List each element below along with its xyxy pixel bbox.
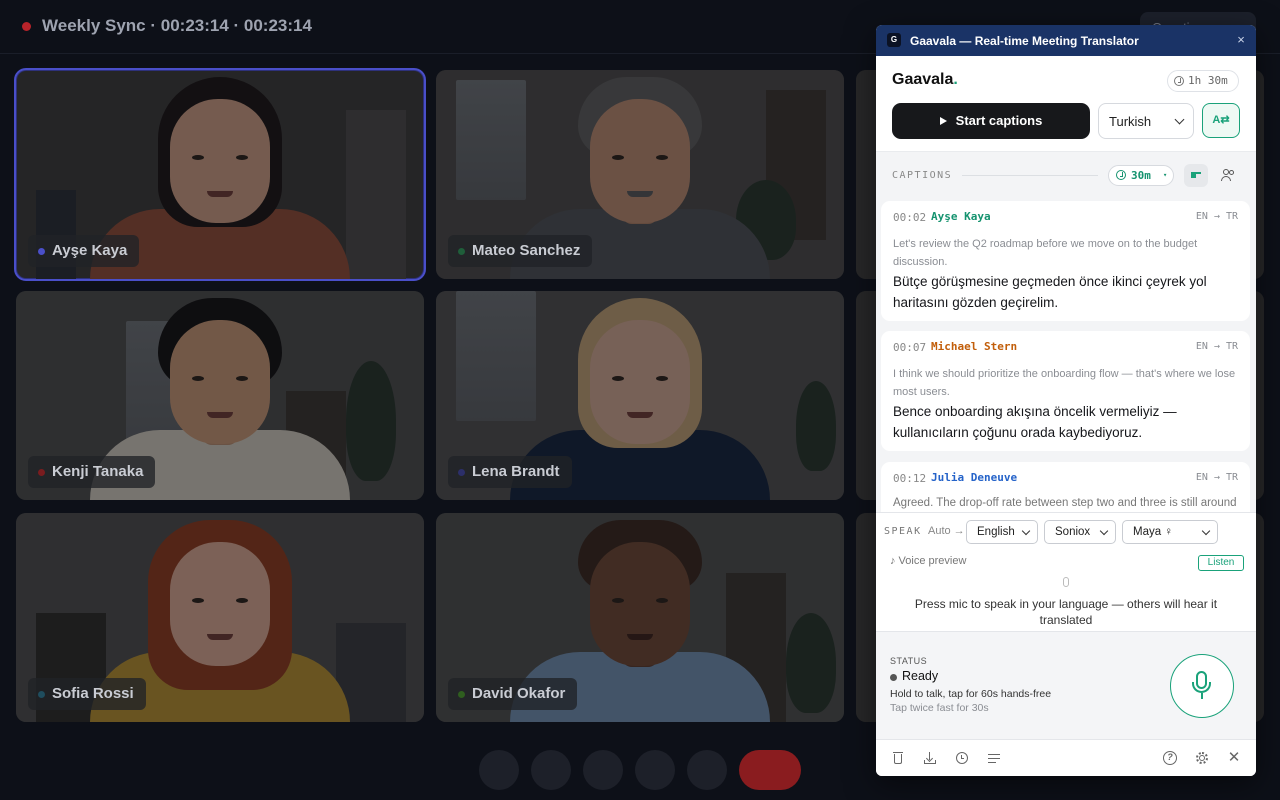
mic-toggle-button[interactable]: [479, 750, 519, 790]
screen-share-button[interactable]: [583, 750, 623, 790]
settings-icon[interactable]: [1195, 751, 1209, 765]
speakers-button[interactable]: [1218, 164, 1240, 186]
speak-section: SPEAK Auto → English Soniox Maya ♀ ♪ Voi…: [876, 512, 1256, 631]
speaking-indicator-icon: [458, 469, 465, 476]
trash-icon[interactable]: [891, 751, 905, 765]
chevron-down-icon: [1174, 114, 1185, 125]
chat-button[interactable]: [635, 750, 675, 790]
status-section: STATUS Ready Hold to talk, tap for 60s h…: [876, 631, 1256, 739]
caption-speaker: Michael Stern: [931, 340, 1018, 353]
video-tile[interactable]: Sofia Rossi: [16, 513, 424, 722]
target-language-select[interactable]: Turkish: [1098, 103, 1194, 139]
caption-timestamp: 00:07: [893, 341, 927, 354]
panel-footer: ? ✕: [876, 739, 1256, 776]
speaking-indicator-icon: [38, 691, 45, 698]
muted-indicator-icon: [38, 469, 45, 476]
participant-name: Ayşe Kaya: [52, 242, 128, 259]
video-tile[interactable]: Kenji Tanaka: [16, 291, 424, 500]
captions-heading: CAPTIONS: [892, 170, 953, 181]
meeting-title: Weekly Sync · 00:23:14 · 00:23:14: [42, 16, 312, 35]
voice-preview-label: ♪ Voice preview: [890, 555, 967, 567]
layout-icon: [1191, 172, 1201, 178]
caption-translation: Bence onboarding akışına öncelik vermeli…: [893, 404, 1177, 440]
video-tile[interactable]: Ayşe Kaya: [14, 68, 426, 281]
panel-title-bar: G Gaavala — Real-time Meeting Translator…: [876, 25, 1256, 56]
caption-timestamp: 00:02: [893, 211, 927, 224]
usage-quota-badge: 1h 30m: [1167, 70, 1239, 92]
participant-name-tag: Sofia Rossi: [28, 678, 146, 710]
participant-name: Kenji Tanaka: [52, 463, 144, 480]
status-heading: STATUS: [890, 656, 928, 666]
caption-language-pair: EN → TR: [1195, 341, 1238, 352]
participant-name: Sofia Rossi: [52, 685, 134, 702]
caption-source-text: Let's review the Q2 roadmap before we mo…: [893, 238, 1198, 268]
help-icon[interactable]: ?: [1163, 751, 1177, 765]
participant-name: Mateo Sanchez: [472, 242, 581, 259]
participant-name-tag: Ayşe Kaya: [28, 235, 140, 267]
app-logo-icon: G: [887, 33, 901, 47]
speak-heading: SPEAK: [884, 526, 922, 537]
auto-detect-label: Auto →: [928, 525, 965, 537]
participant-name: David Okafor: [472, 685, 566, 702]
status-hint: Hold to talk, tap for 60s hands-free: [890, 688, 1052, 700]
translator-panel: G Gaavala — Real-time Meeting Translator…: [876, 25, 1256, 776]
speaking-indicator-icon: [38, 248, 45, 255]
participant-name-tag: Kenji Tanaka: [28, 456, 156, 488]
end-call-button[interactable]: [739, 750, 801, 790]
participant-name-tag: Lena Brandt: [448, 456, 572, 488]
caption-translation: Bütçe görüşmesine geçmeden önce ikinci ç…: [893, 274, 1207, 310]
translate-mode-button[interactable]: A⇄: [1202, 103, 1240, 138]
caption-card[interactable]: 00:07 Michael Stern EN → TR I think we s…: [881, 331, 1250, 451]
start-captions-button[interactable]: Start captions: [892, 103, 1090, 139]
speak-hint: Press mic to speak in your language — ot…: [914, 597, 1218, 627]
caption-speaker: Ayşe Kaya: [931, 210, 991, 223]
microphone-icon: [1063, 577, 1069, 587]
chevron-down-icon: ▾: [1163, 171, 1168, 179]
voice-select[interactable]: Maya ♀: [1122, 520, 1218, 544]
caption-language-pair: EN → TR: [1195, 211, 1238, 222]
push-to-talk-button[interactable]: [1170, 654, 1234, 718]
camera-toggle-button[interactable]: [531, 750, 571, 790]
status-value: Ready: [902, 669, 939, 683]
clock-icon: [1174, 76, 1184, 86]
status-subhint: Tap twice fast for 30s: [890, 702, 989, 714]
speaking-indicator-icon: [458, 691, 465, 698]
chevron-down-icon: [1021, 526, 1031, 536]
caption-speaker: Julia Deneuve: [931, 471, 1018, 484]
download-icon[interactable]: [923, 751, 937, 765]
status-indicator-icon: [890, 674, 897, 681]
transcript-icon[interactable]: [987, 751, 1001, 765]
caption-source-text: I think we should prioritize the onboard…: [893, 368, 1236, 398]
participant-name-tag: Mateo Sanchez: [448, 235, 593, 267]
clock-icon: [1116, 170, 1126, 180]
recording-indicator-icon: [22, 22, 31, 31]
close-window-button[interactable]: ×: [1232, 31, 1250, 49]
play-icon: [939, 117, 947, 125]
listen-button[interactable]: Listen: [1198, 555, 1244, 571]
video-tile[interactable]: David Okafor: [436, 513, 844, 722]
speech-engine-select[interactable]: Soniox: [1044, 520, 1116, 544]
participant-name: Lena Brandt: [472, 463, 560, 480]
divider: [962, 175, 1098, 176]
more-options-button[interactable]: [687, 750, 727, 790]
caption-layout-toggle[interactable]: [1184, 164, 1208, 187]
panel-window-title: Gaavala — Real-time Meeting Translator: [910, 34, 1139, 48]
video-tile[interactable]: Lena Brandt: [436, 291, 844, 500]
brand-logo: Gaavala.: [892, 71, 958, 88]
caption-card[interactable]: 00:02 Ayşe Kaya EN → TR Let's review the…: [881, 201, 1250, 321]
caption-source-text: Agreed. The drop-off rate between step t…: [893, 497, 1237, 509]
caption-card[interactable]: 00:12 Julia Deneuve EN → TR Agreed. The …: [881, 462, 1250, 512]
speaking-indicator-icon: [458, 248, 465, 255]
chevron-down-icon: [1201, 526, 1211, 536]
close-icon[interactable]: ✕: [1227, 750, 1241, 765]
caption-duration-select[interactable]: 30m ▾: [1108, 165, 1174, 186]
video-tile[interactable]: Mateo Sanchez: [436, 70, 844, 279]
speak-language-select[interactable]: English: [966, 520, 1038, 544]
chevron-down-icon: [1099, 526, 1109, 536]
participant-name-tag: David Okafor: [448, 678, 578, 710]
caption-timestamp: 00:12: [893, 472, 927, 485]
history-icon[interactable]: [955, 751, 969, 765]
caption-language-pair: EN → TR: [1195, 472, 1238, 483]
